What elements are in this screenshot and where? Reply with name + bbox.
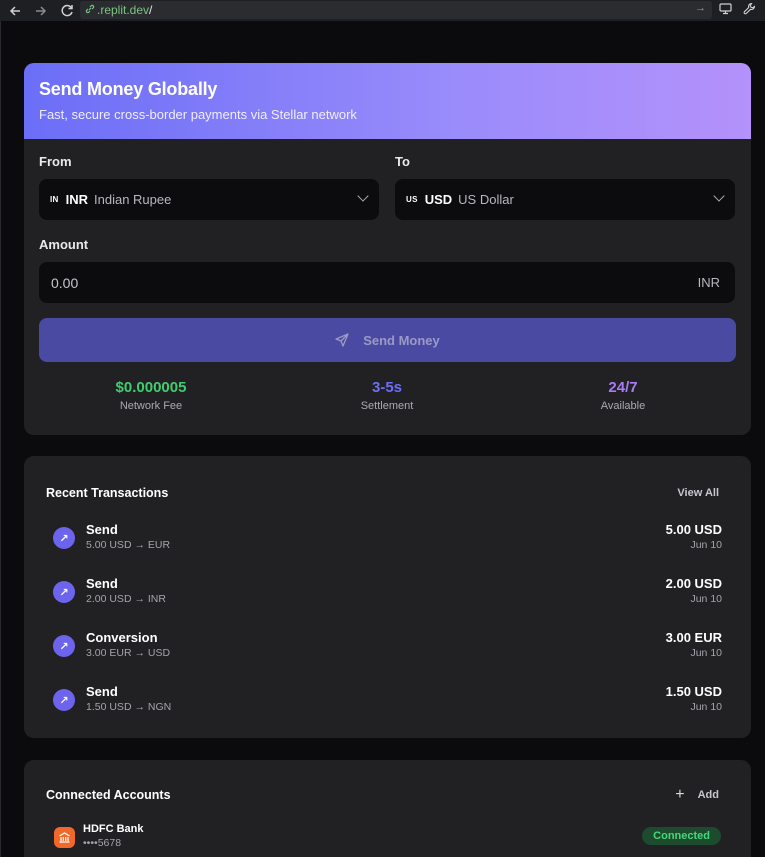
transaction-amount: 3.00 EUR: [665, 630, 722, 645]
send-money-label: Send Money: [363, 332, 440, 348]
amount-unit: INR: [697, 275, 720, 290]
connected-accounts-card: Connected Accounts + Add HDFC Bank ••••5…: [24, 760, 751, 857]
paper-plane-icon: [335, 333, 349, 347]
status-badge: Connected: [642, 827, 721, 845]
monitor-icon[interactable]: [719, 2, 732, 18]
stat-available: 24/7 Available: [505, 379, 741, 412]
from-currency-code: INR: [65, 192, 88, 207]
bank-account-number: ••••5678: [83, 837, 122, 849]
transaction-desc: 1.50 USD → NGN: [86, 701, 172, 713]
transaction-type: Send: [86, 522, 118, 537]
to-currency-name: US Dollar: [458, 192, 514, 207]
chevron-down-icon: [357, 190, 369, 202]
from-flag: IN: [50, 195, 59, 204]
transaction-type: Conversion: [86, 630, 158, 645]
add-account-button[interactable]: + Add: [675, 786, 719, 804]
bank-name: HDFC Bank: [83, 823, 144, 835]
forward-arrow-icon[interactable]: [32, 2, 50, 20]
url-host: .replit.dev: [97, 3, 150, 17]
transaction-date: Jun 10: [690, 539, 722, 551]
transaction-amount: 5.00 USD: [665, 522, 722, 537]
amount-input[interactable]: [39, 262, 735, 303]
recent-transactions-card: Recent Transactions View All ↗ Send 5.00…: [24, 456, 751, 738]
stat-label: Network Fee: [119, 400, 183, 412]
to-label: To: [395, 154, 410, 169]
send-money-button[interactable]: Send Money: [39, 318, 736, 362]
transaction-date: Jun 10: [690, 647, 722, 659]
arrow-up-right-icon: ↗: [53, 635, 75, 657]
stat-value: 3-5s: [371, 379, 403, 396]
reload-icon[interactable]: [58, 2, 76, 20]
transaction-type: Send: [86, 684, 118, 699]
transaction-row[interactable]: ↗ Send 2.00 USD → INR 2.00 USD Jun 10: [24, 576, 751, 616]
link-icon: [85, 4, 95, 17]
transaction-type: Send: [86, 576, 118, 591]
arrow-up-right-icon: ↗: [53, 581, 75, 603]
go-arrow-icon[interactable]: →: [695, 2, 706, 14]
back-arrow-icon[interactable]: [6, 2, 24, 20]
app-page: Send Money Globally Fast, secure cross-b…: [0, 21, 765, 857]
send-subtitle: Fast, secure cross-border payments via S…: [39, 107, 357, 122]
bank-icon: [54, 827, 75, 848]
transaction-date: Jun 10: [690, 701, 722, 713]
stat-settlement: 3-5s Settlement: [269, 379, 505, 412]
add-label: Add: [697, 789, 719, 801]
from-label: From: [39, 154, 72, 169]
plus-icon: +: [675, 786, 685, 803]
transaction-row[interactable]: ↗ Send 5.00 USD → EUR 5.00 USD Jun 10: [24, 522, 751, 562]
browser-toolbar: .replit.dev / →: [0, 0, 765, 21]
accounts-title: Connected Accounts: [46, 788, 171, 802]
chevron-down-icon: [713, 190, 725, 202]
to-currency-code: USD: [424, 192, 453, 207]
arrow-up-right-icon: ↗: [53, 689, 75, 711]
transaction-row[interactable]: ↗ Send 1.50 USD → NGN 1.50 USD Jun 10: [24, 684, 751, 724]
transaction-desc: 5.00 USD → EUR: [86, 539, 171, 551]
transaction-date: Jun 10: [690, 593, 722, 605]
transaction-desc: 3.00 EUR → USD: [86, 647, 171, 659]
send-header: Send Money Globally Fast, secure cross-b…: [24, 63, 751, 139]
send-title: Send Money Globally: [39, 79, 218, 99]
from-currency-name: Indian Rupee: [94, 192, 172, 207]
transaction-amount: 1.50 USD: [665, 684, 722, 699]
transaction-amount: 2.00 USD: [665, 576, 722, 591]
to-flag: US: [406, 195, 418, 204]
stat-network-fee: $0.000005 Network Fee: [33, 379, 269, 412]
to-currency-select[interactable]: US USD US Dollar: [395, 179, 735, 220]
transactions-title: Recent Transactions: [46, 486, 169, 500]
arrow-up-right-icon: ↗: [53, 527, 75, 549]
url-path: /: [149, 3, 153, 17]
transaction-row[interactable]: ↗ Conversion 3.00 EUR → USD 3.00 EUR Jun…: [24, 630, 751, 670]
amount-label: Amount: [39, 237, 89, 252]
address-bar[interactable]: .replit.dev / →: [80, 1, 712, 19]
stat-value: $0.000005: [115, 379, 187, 396]
stat-label: Available: [600, 400, 646, 412]
from-currency-select[interactable]: IN INR Indian Rupee: [39, 179, 379, 220]
view-all-link[interactable]: View All: [677, 487, 719, 499]
stat-label: Settlement: [360, 400, 414, 412]
send-money-card: Send Money Globally Fast, secure cross-b…: [24, 63, 751, 435]
stat-value: 24/7: [608, 379, 638, 396]
transaction-desc: 2.00 USD → INR: [86, 593, 166, 605]
wrench-icon[interactable]: [743, 2, 756, 18]
